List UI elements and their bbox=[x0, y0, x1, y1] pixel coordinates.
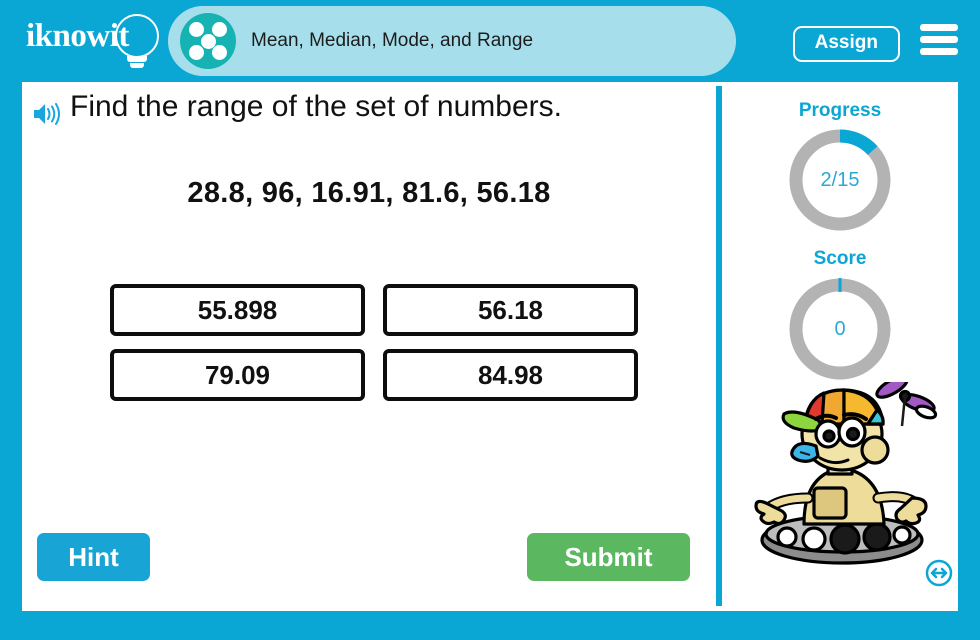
lightbulb-base-icon bbox=[127, 56, 147, 62]
lightbulb-base-lower-icon bbox=[130, 63, 144, 68]
assign-button[interactable]: Assign bbox=[792, 26, 900, 62]
sidebar: Progress 2/15 Score 0 bbox=[722, 82, 958, 611]
robot-mascot-icon bbox=[742, 375, 947, 572]
answer-choices: 55.898 56.18 79.09 84.98 bbox=[110, 284, 666, 414]
topic-title-pill: Mean, Median, Mode, and Range bbox=[168, 6, 736, 76]
app-window: iknowit Mean, Median, Mode, and Range As… bbox=[0, 0, 980, 640]
lightbulb-icon bbox=[115, 14, 159, 58]
topic-title: Mean, Median, Mode, and Range bbox=[251, 30, 534, 51]
progress-label: Progress bbox=[798, 100, 882, 121]
answer-row: 55.898 56.18 bbox=[110, 284, 666, 336]
answer-option[interactable]: 56.18 bbox=[383, 284, 638, 336]
answer-option[interactable]: 84.98 bbox=[383, 349, 638, 401]
score-value: 0 bbox=[834, 317, 846, 340]
app-header: iknowit Mean, Median, Mode, and Range As… bbox=[0, 0, 980, 82]
logo-text: iknowit bbox=[26, 18, 129, 54]
question-numbers: 28.8, 96, 16.91, 81.6, 56.18 bbox=[187, 177, 551, 209]
hamburger-menu-icon[interactable] bbox=[920, 24, 958, 56]
content-card: Find the range of the set of numbers. 28… bbox=[22, 82, 958, 611]
progress-value: 2/15 bbox=[820, 168, 860, 191]
answer-row: 79.09 84.98 bbox=[110, 349, 666, 401]
progress-ring: 2/15 bbox=[785, 125, 895, 235]
five-dots-icon bbox=[180, 13, 236, 69]
resize-horizontal-icon[interactable] bbox=[925, 559, 953, 587]
score-label: Score bbox=[813, 248, 867, 269]
score-ring: 0 bbox=[785, 274, 895, 384]
question-prompt: Find the range of the set of numbers. bbox=[70, 90, 562, 123]
submit-button[interactable]: Submit bbox=[527, 533, 690, 581]
hint-button[interactable]: Hint bbox=[37, 533, 150, 581]
answer-option[interactable]: 55.898 bbox=[110, 284, 365, 336]
iknowit-logo[interactable]: iknowit bbox=[26, 12, 166, 70]
answer-option[interactable]: 79.09 bbox=[110, 349, 365, 401]
speaker-audio-icon[interactable] bbox=[32, 101, 62, 127]
